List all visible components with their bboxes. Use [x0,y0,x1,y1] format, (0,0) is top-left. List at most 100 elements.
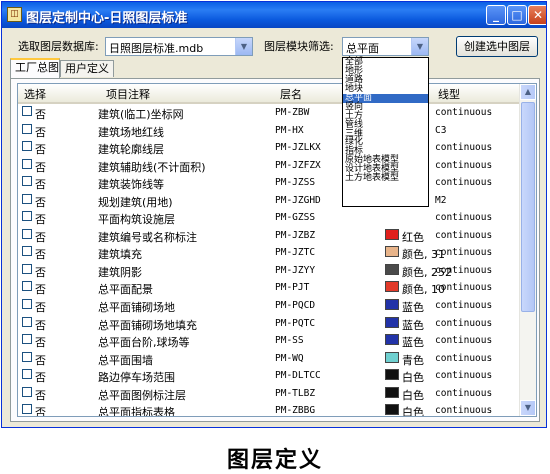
col-layer[interactable]: 层名 [280,86,302,102]
row-linetype: continuous [435,212,493,224]
row-checkbox[interactable] [22,106,32,116]
row-linetype: continuous [435,107,493,118]
color-swatch [385,299,399,311]
table-row[interactable]: 否 建筑辅助线(不计面积) PM-JZFZX continuous [18,157,521,175]
col-select[interactable]: 选择 [24,86,46,102]
chevron-down-icon[interactable]: ▼ [235,38,252,55]
table-row[interactable]: 否 建筑轮廓线层 PM-JZLKX continuous [18,139,521,157]
window-title: 图层定制中心-日照图层标准 [26,11,188,26]
table-row[interactable]: 否 总平面铺砌场地 PM-PQCD 蓝色 continuous [18,297,521,315]
row-checkbox[interactable] [22,386,32,397]
row-linetype: continuous [435,282,493,294]
row-select-value: 否 [35,388,46,402]
row-linetype: continuous [435,159,493,171]
row-checkbox[interactable] [22,141,32,152]
color-swatch [385,316,399,328]
filter-dropdown-list[interactable]: 全部 地形 道路 地块 总平面 竖向 土方 管线 三维 绿化 指标 原始地表模型 设计地表模型 土方地表模… [342,57,429,207]
col-linetype[interactable]: 线型 [438,86,460,102]
row-select-value: 否 [35,143,46,157]
create-layers-button[interactable]: 创建选中图层 [456,36,538,57]
row-select-value: 否 [35,230,46,244]
table-row[interactable]: 否 总平面图例标注层 PM-TLBZ 白色 continuous [18,385,521,403]
row-checkbox[interactable] [22,351,32,362]
row-select-value: 否 [35,301,46,315]
row-layer-name: PM-PQCD [275,300,316,312]
row-select-value: 否 [35,248,46,262]
row-select-value: 否 [35,353,46,367]
dropdown-option[interactable]: 土方地表模型 [343,174,428,183]
row-checkbox[interactable] [22,404,32,415]
table-row[interactable]: 否 总平面台阶,球场等 PM-SS 蓝色 continuous [18,332,521,350]
minimize-button[interactable]: _ [486,5,506,25]
tab-factory-plan[interactable]: 工厂总图 [10,58,60,78]
row-checkbox[interactable] [22,123,32,134]
row-color-name: 青色 [402,353,424,367]
color-swatch [385,386,399,398]
row-checkbox[interactable] [22,228,32,239]
row-checkbox[interactable] [22,263,32,274]
row-select-value: 否 [35,318,46,332]
row-checkbox[interactable] [22,158,32,169]
row-layer-name: PM-JZYY [275,264,316,276]
table-row[interactable]: 否 建筑装饰线等 PM-JZSS continuous [18,174,521,192]
maximize-button[interactable]: □ [507,5,527,25]
scroll-up-icon[interactable]: ▲ [520,84,536,100]
row-select-value: 否 [35,265,46,279]
vertical-scrollbar[interactable]: ▲ ▼ [519,84,536,416]
row-name: 平面构筑设施层 [98,213,175,227]
row-linetype: continuous [435,142,493,154]
color-swatch [385,281,399,293]
table-row[interactable]: 否 总平面围墙 PM-WQ 青色 continuous [18,350,521,368]
row-name: 建筑辅助线(不计面积) [98,160,206,174]
row-name: 总平面配景 [98,283,153,297]
scroll-thumb[interactable] [521,102,535,312]
row-checkbox[interactable] [22,193,32,204]
table-row[interactable]: 否 平面构筑设施层 PM-GZSS continuous [18,209,521,227]
row-checkbox[interactable] [22,369,32,380]
table-row[interactable]: 否建筑填充 PM-JZTC 颜色, 31 continuous [18,244,521,262]
row-select-value: 否 [35,195,46,209]
row-layer-name: PM-JZFZX [275,159,321,171]
table-row[interactable]: 否 规划建筑(用地) PM-JZGHD M2 [18,192,521,210]
row-layer-name: PM-GZSS [275,212,316,224]
table-row[interactable]: 否 路边停车场范围 PM-DLTCC 白色 continuous [18,367,521,385]
row-color-name: 红色 [402,230,424,244]
row-linetype: continuous [435,387,493,399]
row-linetype: continuous [435,177,493,189]
table-row[interactable]: 否 总平面铺砌场地填充 PM-PQTC 蓝色 continuous [18,315,521,333]
row-color-name: 白色 [402,406,424,417]
table-row[interactable]: 否 建筑场地红线 PM-HX C3 [18,122,521,140]
chevron-down-icon[interactable]: ▼ [411,38,428,55]
row-name: 建筑阴影 [98,265,142,279]
row-layer-name: PM-HX [275,124,304,136]
col-name[interactable]: 项目注释 [106,86,150,102]
table-row[interactable]: 否 建筑(临工)坐标网 PM-ZBW continuous [18,104,521,122]
close-button[interactable]: ✕ [528,5,546,25]
filter-select[interactable]: 总平面 ▼ [342,37,429,56]
row-name: 建筑场地红线 [98,125,164,139]
tab-user-defined[interactable]: 用户定义 [60,60,114,77]
title-bar[interactable]: ◫ 图层定制中心-日照图层标准 _ □ ✕ [2,2,546,28]
scroll-down-icon[interactable]: ▼ [520,400,536,416]
row-checkbox[interactable] [22,334,32,345]
row-select-value: 否 [35,178,46,192]
row-color-name: 蓝色 [402,318,424,332]
row-checkbox[interactable] [22,281,32,292]
row-checkbox[interactable] [22,176,32,187]
row-linetype: continuous [435,229,493,241]
color-swatch [385,334,399,346]
row-linetype: C3 [435,124,447,136]
row-color-name: 白色 [402,371,424,385]
row-checkbox[interactable] [22,299,32,310]
row-layer-name: PM-ZBW [275,107,310,118]
row-checkbox[interactable] [22,246,32,257]
row-checkbox[interactable] [22,316,32,327]
table-row[interactable]: 否 建筑编号或名称标注 PM-JZBZ 红色 continuous [18,227,521,245]
row-checkbox[interactable] [22,211,32,222]
table-row[interactable]: 否建筑阴影 PM-JZYY 颜色, 252 continuous [18,262,521,280]
table-row[interactable]: 否 总平面指标表格 PM-ZBBG 白色 continuous [18,402,521,417]
row-select-value: 否 [35,406,46,417]
table-row[interactable]: 否总平面配景 PM-PJT 颜色, 10 continuous [18,279,521,297]
tab-panel: 选择 项目注释 层名 颜色 线型 否 建筑(临工)坐标网 PM-ZBW continu… [10,78,540,422]
db-select[interactable]: 日照图层标准.mdb ▼ [105,37,253,56]
